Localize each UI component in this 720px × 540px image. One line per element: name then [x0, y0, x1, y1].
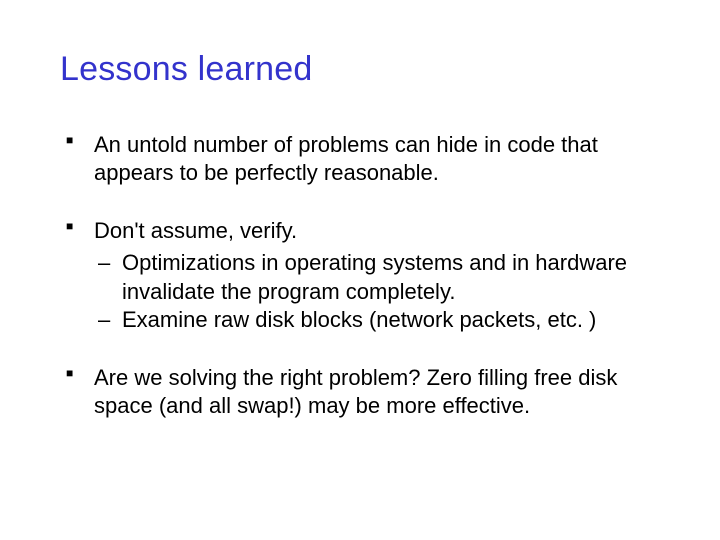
sub-bullet-text: Examine raw disk blocks (network packets… [122, 307, 596, 332]
bullet-text: Don't assume, verify. [94, 218, 297, 243]
list-item: An untold number of problems can hide in… [60, 131, 660, 187]
sub-list-item: Examine raw disk blocks (network packets… [94, 306, 660, 334]
slide: Lessons learned An untold number of prob… [0, 0, 720, 540]
sub-list: Optimizations in operating systems and i… [94, 249, 660, 333]
bullet-text: An untold number of problems can hide in… [94, 132, 598, 185]
sub-list-item: Optimizations in operating systems and i… [94, 249, 660, 305]
sub-bullet-text: Optimizations in operating systems and i… [122, 250, 627, 303]
slide-title: Lessons learned [60, 50, 660, 89]
bullet-text: Are we solving the right problem? Zero f… [94, 365, 617, 418]
bullet-list: An untold number of problems can hide in… [60, 131, 660, 420]
list-item: Don't assume, verify. Optimizations in o… [60, 217, 660, 334]
list-item: Are we solving the right problem? Zero f… [60, 364, 660, 420]
